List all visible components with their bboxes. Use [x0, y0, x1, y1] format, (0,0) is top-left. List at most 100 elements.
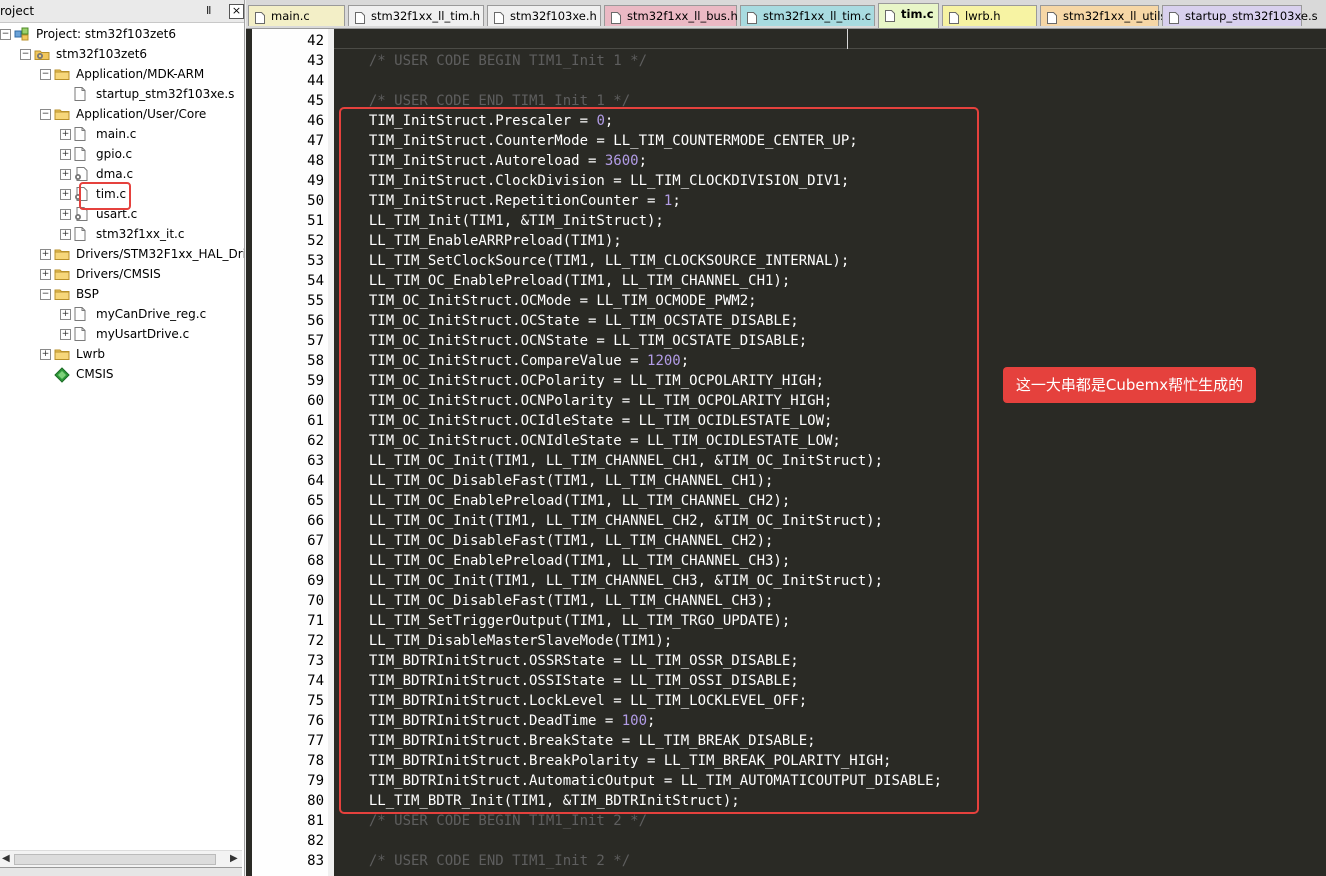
folder-icon — [54, 267, 70, 281]
tree-item[interactable]: − Project: stm32f103zet6 — [0, 24, 242, 44]
line-number: 83 — [307, 853, 324, 869]
pin-icon[interactable]: Ⅱ — [206, 0, 211, 22]
project-horizontal-scrollbar[interactable]: ◀ ▶ — [0, 850, 242, 867]
tree-item[interactable]: + dma.c — [0, 164, 242, 184]
line-number: 50 — [307, 193, 324, 209]
tree-item-label: Drivers/STM32F1xx_HAL_Driver — [76, 247, 244, 261]
tree-item-label: stm32f103zet6 — [56, 47, 148, 61]
tab-lwrb-h[interactable]: lwrb.h — [942, 5, 1037, 26]
line-number: 45 — [307, 93, 324, 109]
line-number: 63 — [307, 453, 324, 469]
project-panel-title: roject — [0, 4, 35, 18]
file-icon — [74, 147, 88, 161]
tab-stm32f1xx-ll-tim-h[interactable]: stm32f1xx_ll_tim.h — [348, 5, 484, 26]
expand-toggle-icon[interactable]: + — [60, 209, 71, 220]
tab-main-c[interactable]: main.c — [248, 5, 345, 26]
scroll-thumb[interactable] — [14, 854, 216, 865]
tree-item-label: CMSIS — [76, 367, 114, 381]
tab-label: tim.c — [901, 7, 934, 21]
collapse-toggle-icon[interactable]: − — [40, 109, 51, 120]
file-icon — [885, 8, 895, 22]
tree-item-label: Application/User/Core — [76, 107, 207, 121]
tree-item[interactable]: − Application/MDK-ARM — [0, 64, 242, 84]
scroll-right-icon[interactable]: ▶ — [230, 853, 238, 864]
file-gear-icon — [74, 167, 88, 181]
tree-item[interactable]: + Drivers/STM32F1xx_HAL_Driver — [0, 244, 244, 264]
tree-item[interactable]: startup_stm32f103xe.s — [0, 84, 242, 104]
tree-item-label: dma.c — [96, 167, 134, 181]
tree-item[interactable]: + stm32f1xx_it.c — [0, 224, 242, 244]
file-icon — [74, 87, 88, 101]
code-editor[interactable]: 42 43 44 45 46 47 48 49 50 51 52 53 54 55 56 57 58 59 60 61… — [246, 29, 1326, 876]
line-number: 47 — [307, 133, 324, 149]
expand-toggle-icon[interactable]: + — [40, 349, 51, 360]
file-icon — [747, 10, 757, 24]
line-number: 70 — [307, 593, 324, 609]
line-number: 78 — [307, 753, 324, 769]
code-comment-line[interactable]: /* USER CODE BEGIN TIM1_Init 1 */ — [352, 51, 647, 71]
tree-item[interactable]: + main.c — [0, 124, 242, 144]
selected-file-highlight — [79, 182, 131, 210]
project-bottom-tabs[interactable] — [0, 867, 242, 876]
file-icon — [1047, 10, 1057, 24]
file-icon — [1169, 10, 1179, 24]
project-panel-header: roject Ⅱ × — [0, 0, 244, 23]
expand-toggle-icon[interactable]: + — [40, 249, 51, 260]
expand-toggle-icon[interactable]: + — [40, 269, 51, 280]
tree-item[interactable]: − Application/User/Core — [0, 104, 242, 124]
expand-toggle-icon[interactable]: + — [60, 149, 71, 160]
expand-toggle-icon[interactable]: + — [60, 329, 71, 340]
tree-item[interactable]: + myCanDrive_reg.c — [0, 304, 242, 324]
cmsis-diamond-icon — [54, 367, 70, 383]
expand-toggle-icon[interactable]: + — [60, 189, 71, 200]
tree-item-label: stm32f1xx_it.c — [96, 227, 185, 241]
folder-icon — [54, 67, 70, 81]
expand-toggle-icon[interactable]: + — [60, 169, 71, 180]
expand-toggle-icon[interactable]: + — [60, 129, 71, 140]
line-number: 44 — [307, 73, 324, 89]
tree-item[interactable]: − BSP — [0, 284, 242, 304]
tree-item[interactable]: + gpio.c — [0, 144, 242, 164]
tab-stm32f1xx-ll-bus-h[interactable]: stm32f1xx_ll_bus.h — [604, 5, 738, 26]
line-number: 55 — [307, 293, 324, 309]
tab-label: main.c — [271, 9, 310, 23]
line-number: 64 — [307, 473, 324, 489]
line-number: 48 — [307, 153, 324, 169]
tab-label: startup_stm32f103xe.s — [1185, 9, 1318, 23]
close-panel-button[interactable]: × — [229, 4, 244, 19]
tree-item-label: main.c — [96, 127, 137, 141]
collapse-toggle-icon[interactable]: − — [0, 29, 11, 40]
line-number: 65 — [307, 493, 324, 509]
line-number: 75 — [307, 693, 324, 709]
collapse-toggle-icon[interactable]: − — [40, 69, 51, 80]
line-number: 68 — [307, 553, 324, 569]
project-icon — [14, 27, 29, 41]
file-icon — [494, 10, 504, 24]
line-number: 54 — [307, 273, 324, 289]
tab-startup-stm32f103xe-s[interactable]: startup_stm32f103xe.s — [1162, 5, 1318, 26]
target-icon — [34, 47, 50, 61]
line-number: 56 — [307, 313, 324, 329]
tree-item[interactable]: + Drivers/CMSIS — [0, 264, 242, 284]
line-number: 53 — [307, 253, 324, 269]
file-icon — [611, 10, 621, 24]
line-number: 69 — [307, 573, 324, 589]
tree-item[interactable]: − stm32f103zet6 — [0, 44, 242, 64]
tab-stm32f1xx-ll-utils-c[interactable]: stm32f1xx_ll_utils.c — [1040, 5, 1176, 26]
line-number: 72 — [307, 633, 324, 649]
collapse-toggle-icon[interactable]: − — [20, 49, 31, 60]
tree-item[interactable]: + Lwrb — [0, 344, 242, 364]
code-comment-line[interactable]: /* USER CODE BEGIN TIM1_Init 2 */ — [352, 811, 647, 831]
collapse-toggle-icon[interactable]: − — [40, 289, 51, 300]
tree-item[interactable]: CMSIS — [0, 364, 242, 384]
file-icon — [949, 10, 959, 24]
tab-stm32f1xx-ll-tim-c[interactable]: stm32f1xx_ll_tim.c — [740, 5, 875, 26]
tree-item[interactable]: + myUsartDrive.c — [0, 324, 242, 344]
expand-toggle-icon[interactable]: + — [60, 309, 71, 320]
fold-margin — [328, 29, 334, 876]
scroll-left-icon[interactable]: ◀ — [2, 853, 10, 864]
code-comment-line[interactable]: /* USER CODE END TIM1_Init 2 */ — [352, 851, 630, 871]
tab-tim-c[interactable]: tim.c — [878, 3, 939, 28]
expand-toggle-icon[interactable]: + — [60, 229, 71, 240]
tab-stm32f103xe-h[interactable]: stm32f103xe.h — [487, 5, 601, 26]
